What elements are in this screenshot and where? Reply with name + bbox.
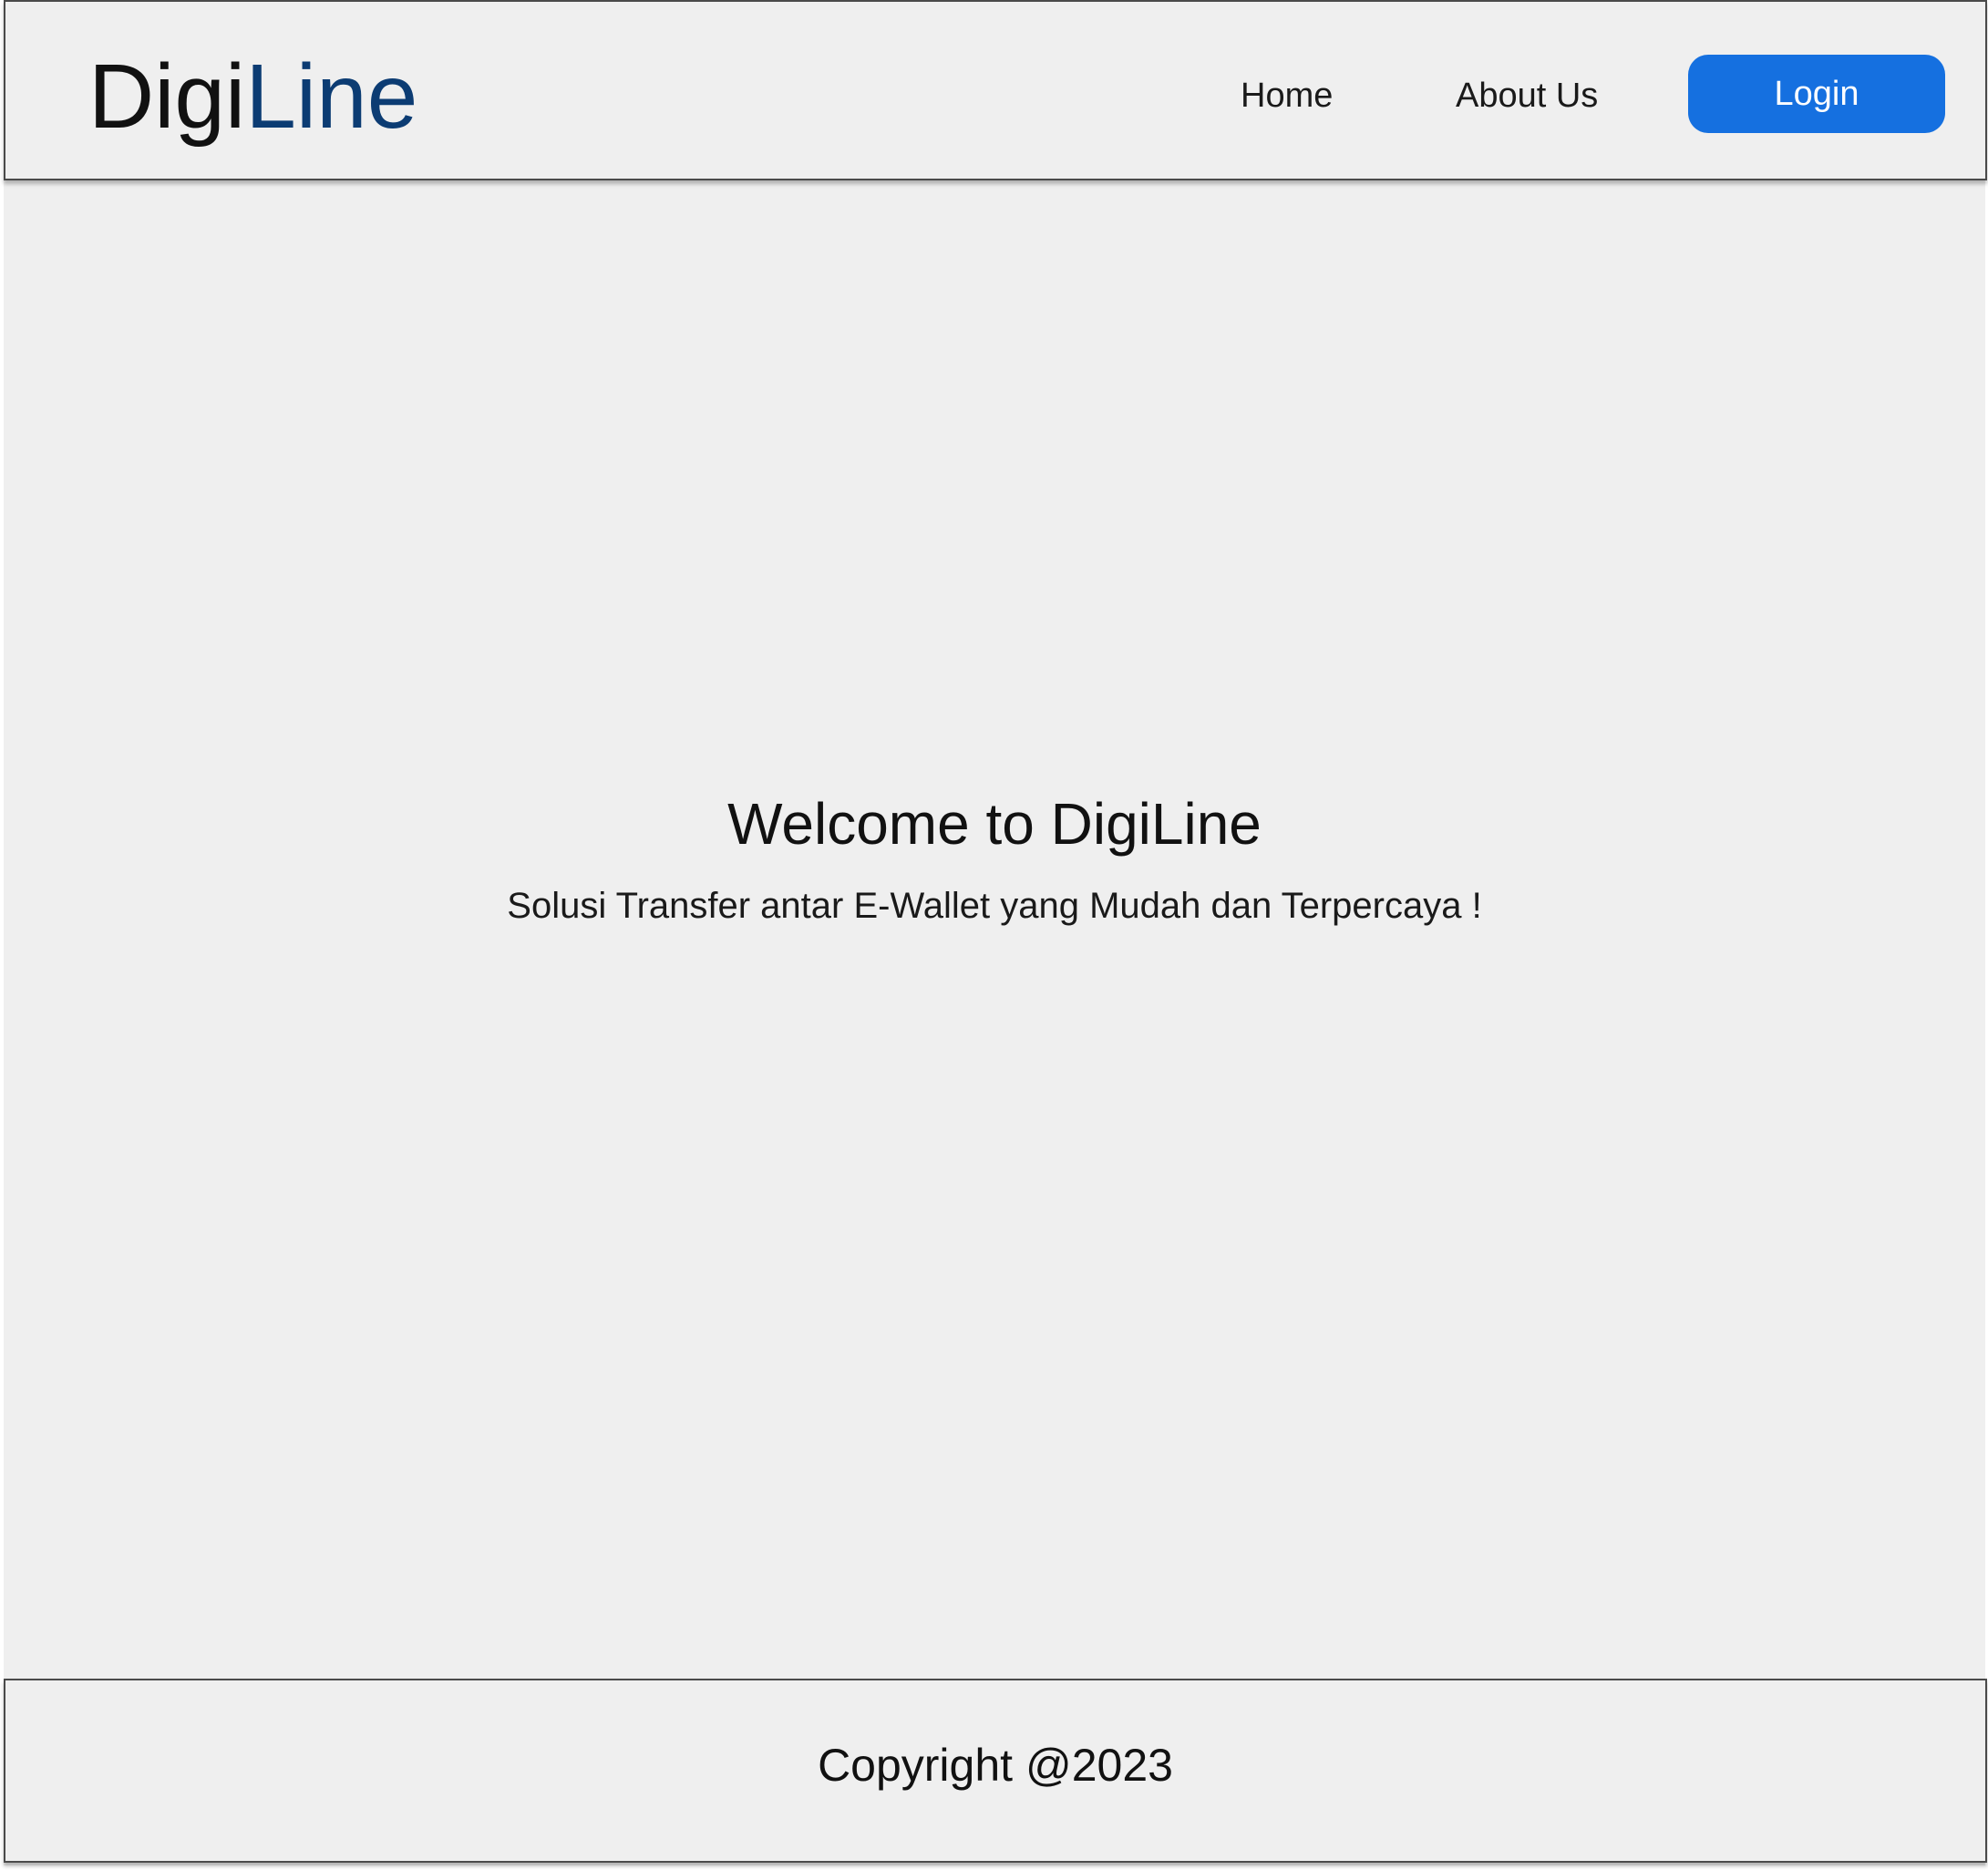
hero-subtitle: Solusi Transfer antar E-Wallet yang Muda… [507,886,1482,926]
hero-title: Welcome to DigiLine [727,791,1262,857]
brand-logo-digi: Digi [88,46,246,148]
login-button[interactable]: Login [1688,55,1945,133]
page-footer: Copyright @2023 [4,1679,1987,1863]
brand-logo-line: Line [245,46,418,148]
hero-section: Welcome to DigiLine Solusi Transfer anta… [4,179,1985,1679]
top-navbar: DigiLine Home About Us Login [4,0,1987,180]
brand-logo[interactable]: DigiLine [88,44,417,149]
nav-link-about-us[interactable]: About Us [1456,70,1598,121]
nav-link-home[interactable]: Home [1241,70,1333,121]
copyright-text: Copyright @2023 [818,1740,1173,1791]
